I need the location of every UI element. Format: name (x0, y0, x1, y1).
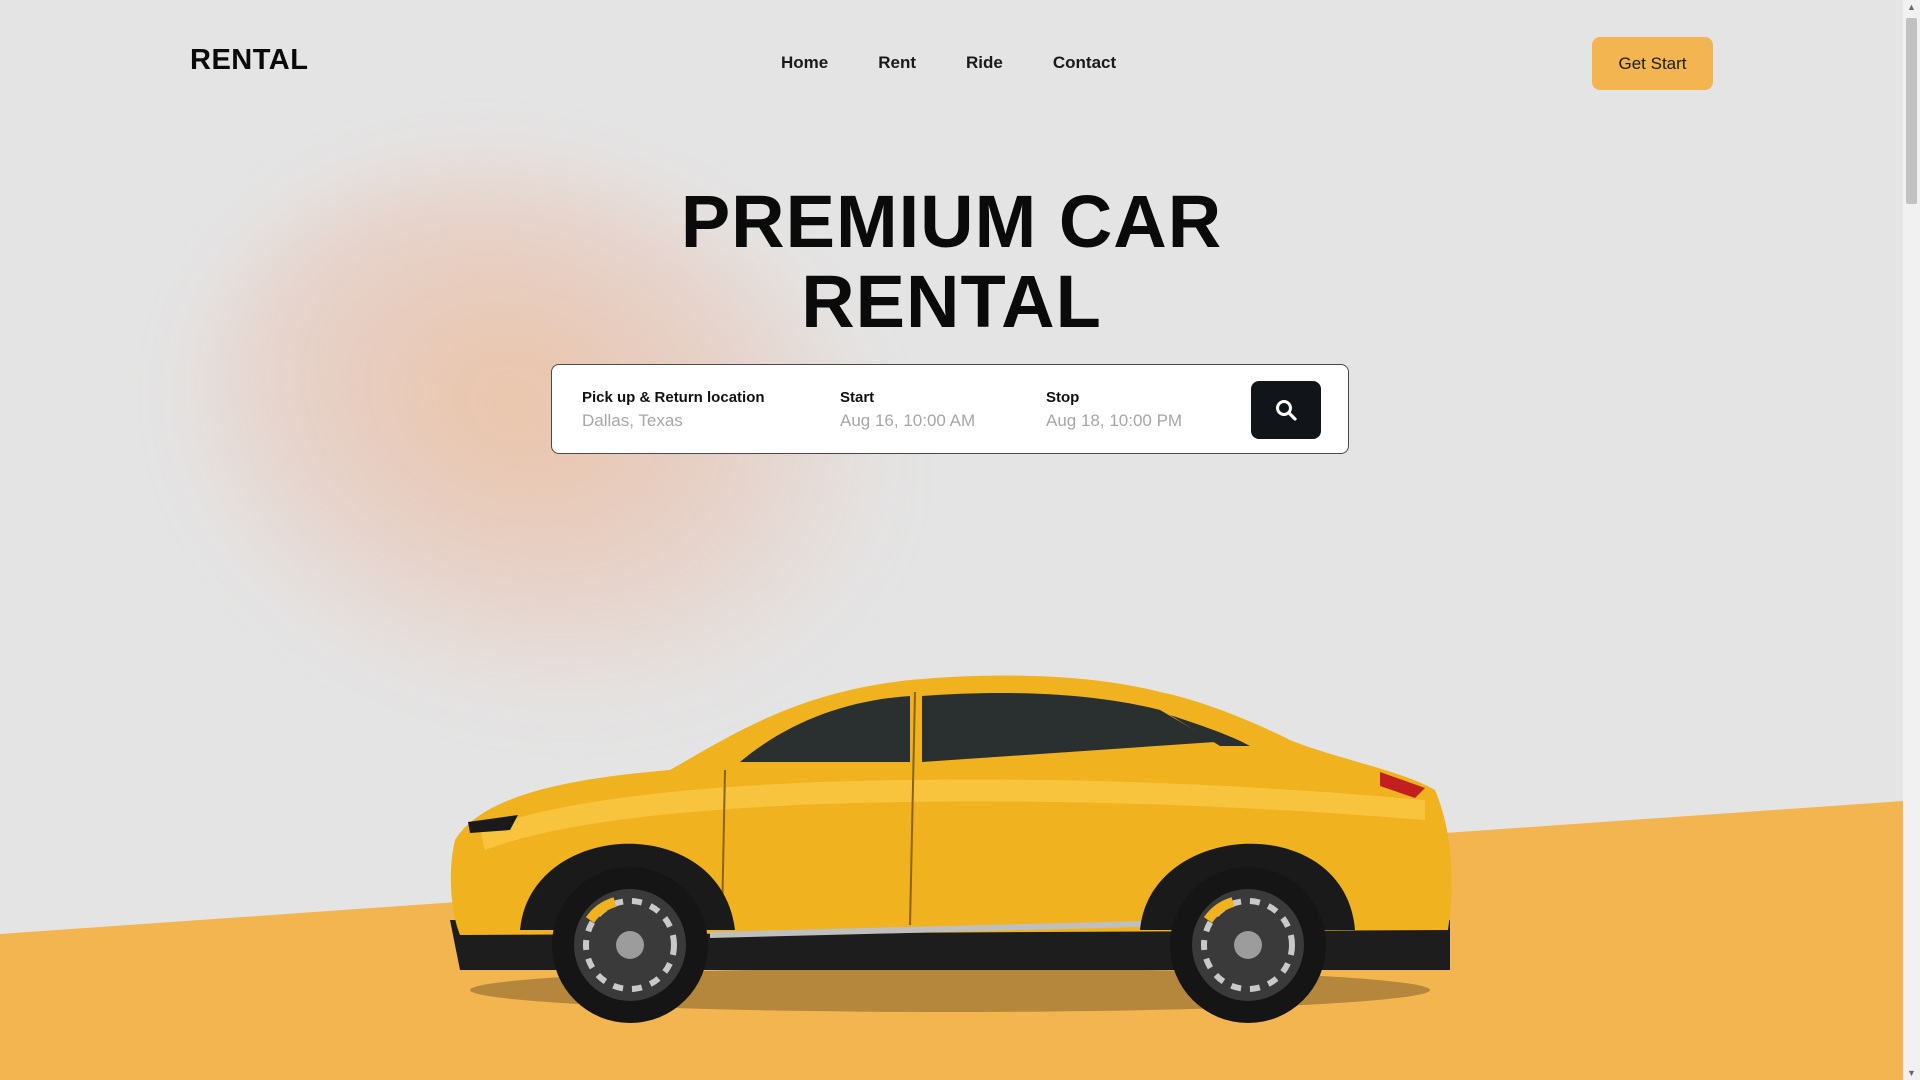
page-scrollbar[interactable]: ▲ ▼ (1903, 0, 1920, 1080)
stop-value[interactable]: Aug 18, 10:00 PM (1046, 411, 1182, 431)
booking-search-bar: Pick up & Return location Dallas, Texas … (551, 364, 1349, 454)
hero-title-line-1: PREMIUM CAR (680, 180, 1223, 263)
stop-label: Stop (1046, 389, 1080, 406)
nav-link-home[interactable]: Home (781, 53, 828, 73)
nav-link-rent[interactable]: Rent (878, 53, 916, 73)
scrollbar-thumb[interactable] (1906, 18, 1917, 204)
search-button[interactable] (1251, 381, 1321, 439)
scroll-down-arrow-icon[interactable]: ▼ (1903, 1068, 1920, 1078)
stop-field[interactable]: Stop Aug 18, 10:00 PM (1046, 389, 1182, 431)
search-icon (1276, 400, 1297, 421)
hero-title-line-2: RENTAL (801, 260, 1102, 343)
location-value[interactable]: Dallas, Texas (582, 411, 765, 431)
main-nav: Home Rent Ride Contact (781, 53, 1116, 73)
nav-link-contact[interactable]: Contact (1053, 53, 1116, 73)
hero-title: PREMIUM CAR RENTAL (0, 182, 1903, 342)
start-value[interactable]: Aug 16, 10:00 AM (840, 411, 975, 431)
get-start-button[interactable]: Get Start (1592, 37, 1713, 90)
brand-logo[interactable]: RENTAL (190, 44, 308, 77)
location-field[interactable]: Pick up & Return location Dallas, Texas (582, 389, 765, 431)
yellow-suv-car-image (450, 675, 1452, 1023)
scroll-up-arrow-icon[interactable]: ▲ (1903, 2, 1920, 12)
start-label: Start (840, 389, 875, 406)
start-field[interactable]: Start Aug 16, 10:00 AM (840, 389, 975, 431)
location-label: Pick up & Return location (582, 389, 765, 406)
nav-link-ride[interactable]: Ride (966, 53, 1003, 73)
